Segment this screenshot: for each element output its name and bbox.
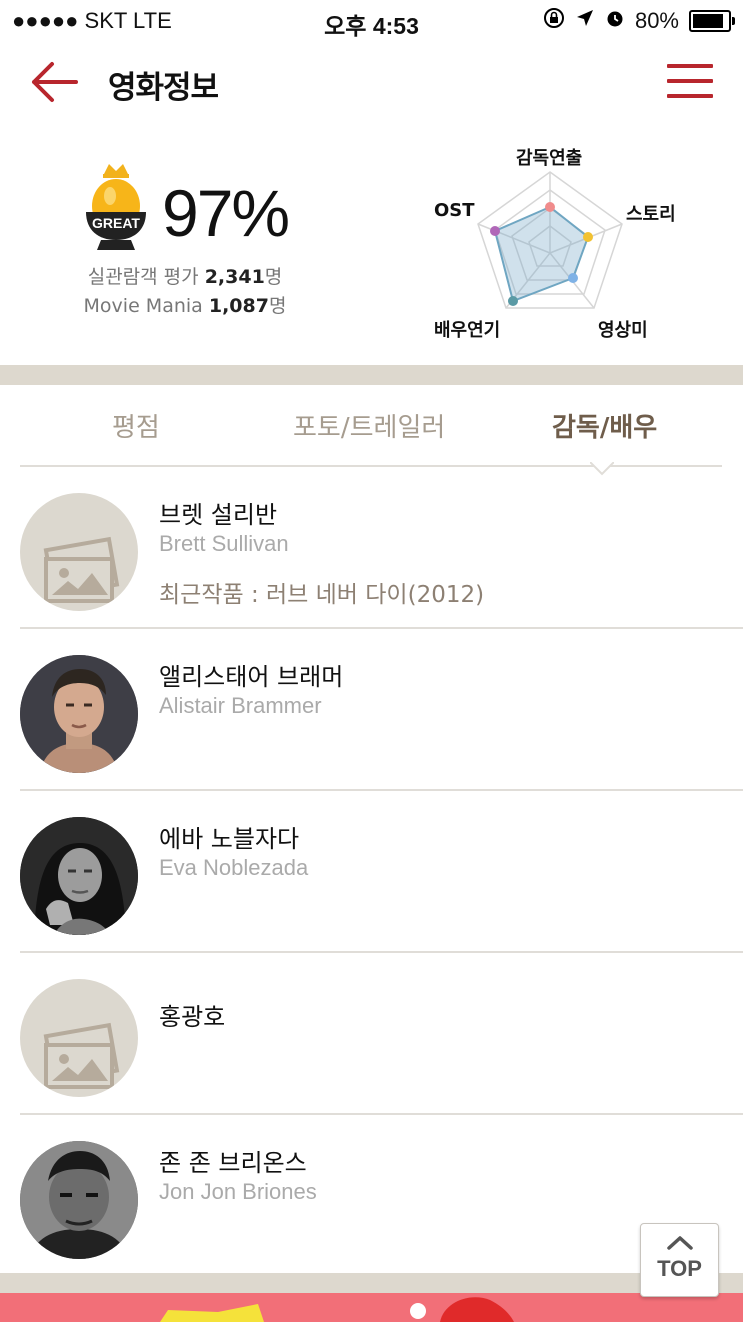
tab-rating[interactable]: 평점 (112, 407, 160, 444)
tab-photo-trailer[interactable]: 포토/트레일러 (293, 407, 445, 444)
person-name-korean: 에바 노블자다 (159, 825, 300, 853)
chevron-up-icon (667, 1236, 693, 1250)
photo-placeholder-icon (20, 493, 138, 611)
list-item[interactable]: 존 존 브리온스 Jon Jon Briones (20, 1115, 743, 1275)
radar-point-direction (545, 202, 555, 212)
cast-list: 브렛 설리반 Brett Sullivan 최근작품 : 러브 네버 다이(20… (20, 467, 743, 1275)
great-egg-badge: GREAT (83, 160, 149, 252)
radar-point-story (583, 232, 593, 242)
app-header: 영화정보 (0, 40, 743, 125)
radar-label-ost: OST (434, 200, 475, 221)
person-name-english: Jon Jon Briones (159, 1179, 317, 1204)
radar-point-acting (508, 296, 518, 306)
radar-point-ost (490, 226, 500, 236)
back-button[interactable] (28, 60, 80, 104)
rating-counts: 실관람객 평가 2,341명 Movie Mania 1,087명 (83, 266, 287, 317)
person-name-korean: 홍광호 (159, 1003, 226, 1031)
person-photo (20, 655, 138, 773)
tab-bar: 평점 포토/트레일러 감독/배우 (20, 385, 722, 467)
person-name-korean: 앨리스태어 브래머 (159, 663, 344, 691)
hamburger-menu-icon[interactable] (667, 64, 713, 100)
radar-label-visual: 영상미 (598, 320, 648, 341)
person-photo (20, 817, 138, 935)
badge-text: GREAT (92, 215, 140, 231)
rating-percent: 97% (162, 176, 290, 250)
section-divider (0, 365, 743, 385)
mania-label: Movie Mania (83, 295, 203, 317)
person-name-english: Alistair Brammer (159, 693, 322, 718)
list-item[interactable]: 브렛 설리반 Brett Sullivan 최근작품 : 러브 네버 다이(20… (20, 467, 743, 629)
tab-director-cast[interactable]: 감독/배우 (552, 407, 657, 444)
photo-placeholder-icon (20, 979, 138, 1097)
battery-percent: 80% (634, 8, 679, 33)
audience-label: 실관람객 평가 (87, 266, 199, 288)
promo-banner[interactable] (0, 1293, 743, 1322)
radar-point-visual (568, 273, 578, 283)
list-item[interactable]: 에바 노블자다 Eva Noblezada (20, 791, 743, 953)
person-name-english: Eva Noblezada (159, 855, 309, 880)
top-label: TOP (657, 1256, 702, 1281)
person-photo (20, 1141, 138, 1259)
radar-label-acting: 배우연기 (434, 320, 501, 341)
score-radar-chart: 감독연출 스토리 영상미 배우연기 OST (420, 130, 700, 360)
radar-label-story: 스토리 (626, 204, 676, 225)
person-name-korean: 브렛 설리반 (159, 501, 278, 529)
location-arrow-icon (575, 8, 595, 34)
audience-count: 2,341 (204, 266, 265, 288)
section-divider-bottom (0, 1273, 743, 1293)
page-title: 영화정보 (108, 70, 219, 106)
person-name-english: Brett Sullivan (159, 531, 289, 556)
alarm-icon (605, 8, 625, 34)
list-item[interactable]: 앨리스태어 브래머 Alistair Brammer (20, 629, 743, 791)
back-arrow-icon (32, 62, 78, 102)
recent-work: 최근작품 : 러브 네버 다이(2012) (159, 582, 485, 608)
person-name-korean: 존 존 브리온스 (159, 1149, 307, 1177)
status-bar: ●●●●● SKT LTE 오후 4:53 80% (0, 0, 743, 40)
radar-label-direction: 감독연출 (516, 148, 583, 169)
rating-summary: GREAT 97% 실관람객 평가 2,341명 Movie Mania 1,0… (0, 125, 743, 365)
rotation-lock-icon (543, 7, 565, 35)
scroll-top-button[interactable]: TOP (640, 1223, 719, 1297)
mania-count: 1,087 (208, 295, 269, 317)
battery-icon (689, 10, 735, 32)
list-item[interactable]: 홍광호 (20, 953, 743, 1115)
